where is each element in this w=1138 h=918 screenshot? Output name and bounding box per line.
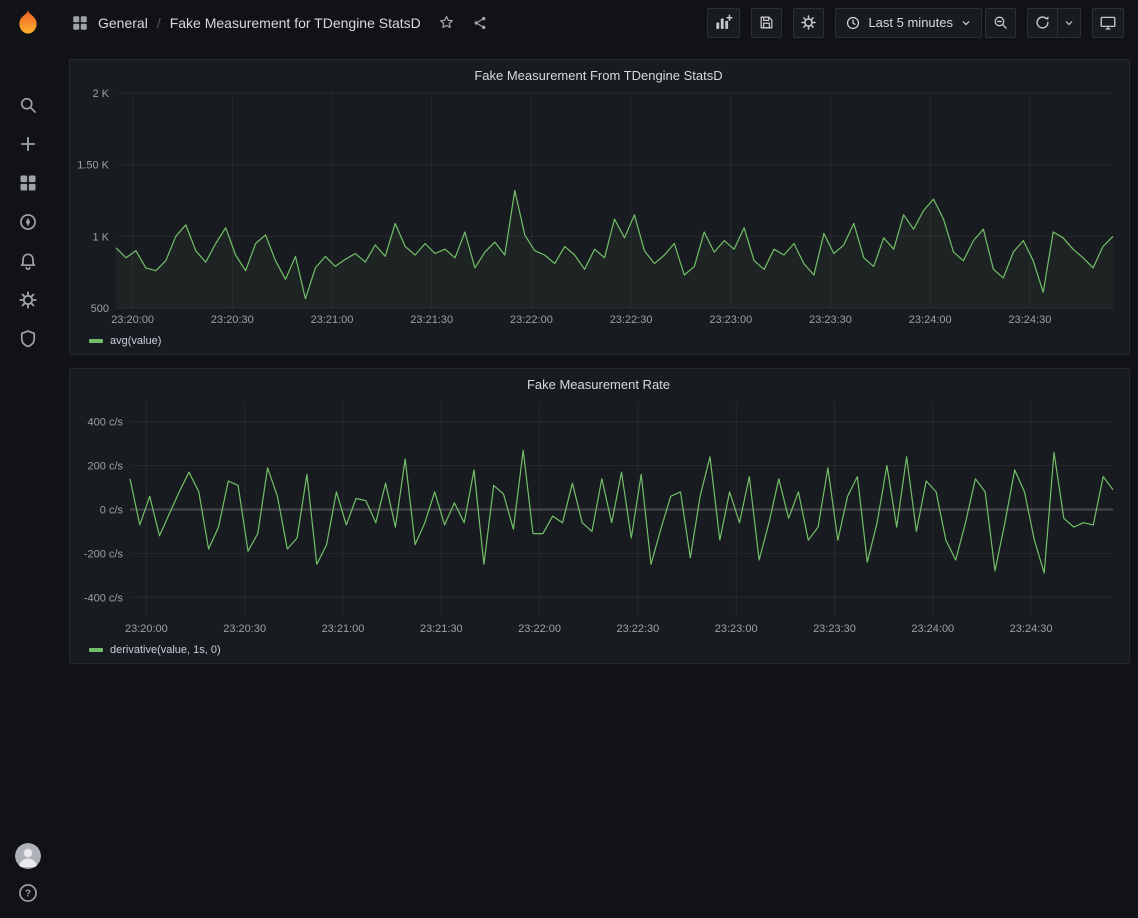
- grafana-flame-icon: [13, 8, 43, 38]
- breadcrumb-section[interactable]: General: [98, 15, 148, 31]
- timeseries-chart-fake-measurement-rate[interactable]: 23:20:00 23:20:30 23:21:00 23:21:30 23:22:00…: [76, 396, 1121, 639]
- svg-text:0 c/s: 0 c/s: [100, 505, 124, 517]
- legend-swatch: [89, 648, 103, 652]
- panel-title[interactable]: Fake Measurement From TDengine StatsD: [76, 65, 1121, 87]
- svg-text:23:24:30: 23:24:30: [1009, 314, 1052, 326]
- svg-text:-400 c/s: -400 c/s: [84, 592, 124, 604]
- time-range-label: Last 5 minutes: [868, 15, 953, 30]
- chart-legend: derivative(value, 1s, 0): [76, 639, 1121, 660]
- clock-icon: [845, 15, 861, 31]
- refresh-interval-dropdown[interactable]: [1057, 8, 1081, 38]
- sidebar-item-alerting[interactable]: [18, 251, 38, 271]
- svg-text:-200 c/s: -200 c/s: [84, 548, 124, 560]
- svg-text:23:23:30: 23:23:30: [813, 623, 856, 635]
- sidebar-item-help[interactable]: ?: [17, 882, 39, 904]
- svg-text:23:20:30: 23:20:30: [211, 314, 254, 326]
- breadcrumb: General / Fake Measurement for TDengine …: [71, 14, 488, 32]
- plus-icon: [18, 134, 38, 154]
- question-circle-icon: ?: [17, 882, 39, 904]
- apps-icon: [18, 173, 38, 193]
- legend-series-label[interactable]: avg(value): [110, 335, 161, 347]
- panel-fake-measurement: Fake Measurement From TDengine StatsD 23…: [69, 59, 1130, 355]
- zoom-out-time-button[interactable]: [985, 8, 1016, 38]
- kiosk-mode-button[interactable]: [1092, 8, 1124, 38]
- share-icon: [472, 15, 488, 31]
- legend-swatch: [89, 339, 103, 343]
- zoom-out-icon: [992, 14, 1009, 31]
- svg-text:23:21:00: 23:21:00: [311, 314, 354, 326]
- chart-legend: avg(value): [76, 330, 1121, 351]
- gear-icon: [800, 14, 817, 31]
- sidebar-item-dashboards[interactable]: [18, 173, 38, 193]
- svg-text:200 c/s: 200 c/s: [88, 461, 124, 473]
- svg-text:1.50 K: 1.50 K: [77, 160, 109, 172]
- left-sidebar: ?: [0, 45, 55, 918]
- dashboard-settings-button[interactable]: [793, 8, 824, 38]
- refresh-dashboard-button[interactable]: [1027, 8, 1058, 38]
- save-icon: [758, 14, 775, 31]
- timeseries-chart-fake-measurement[interactable]: 23:20:00 23:20:30 23:21:00 23:21:30 23:22:00…: [76, 87, 1121, 330]
- sidebar-item-server-admin[interactable]: [18, 329, 38, 349]
- breadcrumb-separator: /: [157, 15, 161, 31]
- star-dashboard-button[interactable]: [438, 14, 455, 31]
- panel-add-icon: [714, 13, 733, 32]
- add-panel-button[interactable]: [707, 8, 740, 38]
- sidebar-item-configuration[interactable]: [18, 290, 38, 310]
- svg-text:23:24:00: 23:24:00: [911, 623, 954, 635]
- svg-text:23:21:30: 23:21:30: [410, 314, 453, 326]
- svg-text:400 c/s: 400 c/s: [88, 417, 124, 429]
- save-dashboard-button[interactable]: [751, 8, 782, 38]
- refresh-controls: [1027, 8, 1081, 38]
- sidebar-item-explore[interactable]: [18, 212, 38, 232]
- panel-fake-measurement-rate: Fake Measurement Rate 23:20:0023:20:3023…: [69, 368, 1130, 664]
- shield-icon: [18, 329, 38, 349]
- chevron-down-icon: [1063, 17, 1075, 29]
- svg-text:23:22:00: 23:22:00: [510, 314, 553, 326]
- svg-text:23:20:00: 23:20:00: [111, 314, 154, 326]
- sidebar-item-profile[interactable]: [15, 843, 41, 869]
- svg-text:23:20:00: 23:20:00: [125, 623, 168, 635]
- svg-text:23:21:30: 23:21:30: [420, 623, 463, 635]
- gear-icon: [18, 290, 38, 310]
- question-mark-glyph: ?: [24, 889, 30, 900]
- sidebar-item-create[interactable]: [18, 134, 38, 154]
- bell-icon: [18, 251, 38, 271]
- share-dashboard-button[interactable]: [472, 15, 488, 31]
- time-controls: Last 5 minutes: [835, 8, 1016, 38]
- svg-text:23:23:30: 23:23:30: [809, 314, 852, 326]
- chevron-down-icon: [960, 17, 972, 29]
- dashboard-title[interactable]: Fake Measurement for TDengine StatsD: [170, 15, 421, 31]
- dashboard-canvas: Fake Measurement From TDengine StatsD 23…: [55, 45, 1138, 918]
- svg-text:23:24:30: 23:24:30: [1010, 623, 1053, 635]
- panel-title[interactable]: Fake Measurement Rate: [76, 374, 1121, 396]
- time-range-picker[interactable]: Last 5 minutes: [835, 8, 982, 38]
- svg-text:500: 500: [91, 303, 109, 315]
- svg-text:23:23:00: 23:23:00: [709, 314, 752, 326]
- svg-text:23:22:30: 23:22:30: [616, 623, 659, 635]
- svg-text:23:22:00: 23:22:00: [518, 623, 561, 635]
- svg-text:23:22:30: 23:22:30: [610, 314, 653, 326]
- compass-icon: [18, 212, 38, 232]
- svg-text:23:24:00: 23:24:00: [909, 314, 952, 326]
- search-icon: [18, 95, 38, 115]
- apps-icon: [71, 14, 89, 32]
- star-icon: [438, 14, 455, 31]
- svg-text:2 K: 2 K: [92, 88, 109, 100]
- svg-text:23:21:00: 23:21:00: [322, 623, 365, 635]
- toolbar-actions: Last 5 minutes: [707, 8, 1124, 38]
- top-navigation-bar: General / Fake Measurement for TDengine …: [0, 0, 1138, 45]
- svg-text:23:20:30: 23:20:30: [223, 623, 266, 635]
- svg-text:23:23:00: 23:23:00: [715, 623, 758, 635]
- sidebar-bottom: ?: [15, 843, 41, 918]
- legend-series-label[interactable]: derivative(value, 1s, 0): [110, 644, 221, 656]
- sidebar-item-search[interactable]: [18, 95, 38, 115]
- refresh-icon: [1034, 14, 1051, 31]
- user-avatar-icon: [15, 843, 41, 869]
- svg-text:1 K: 1 K: [92, 231, 109, 243]
- monitor-icon: [1099, 14, 1117, 32]
- grafana-logo[interactable]: [0, 8, 55, 38]
